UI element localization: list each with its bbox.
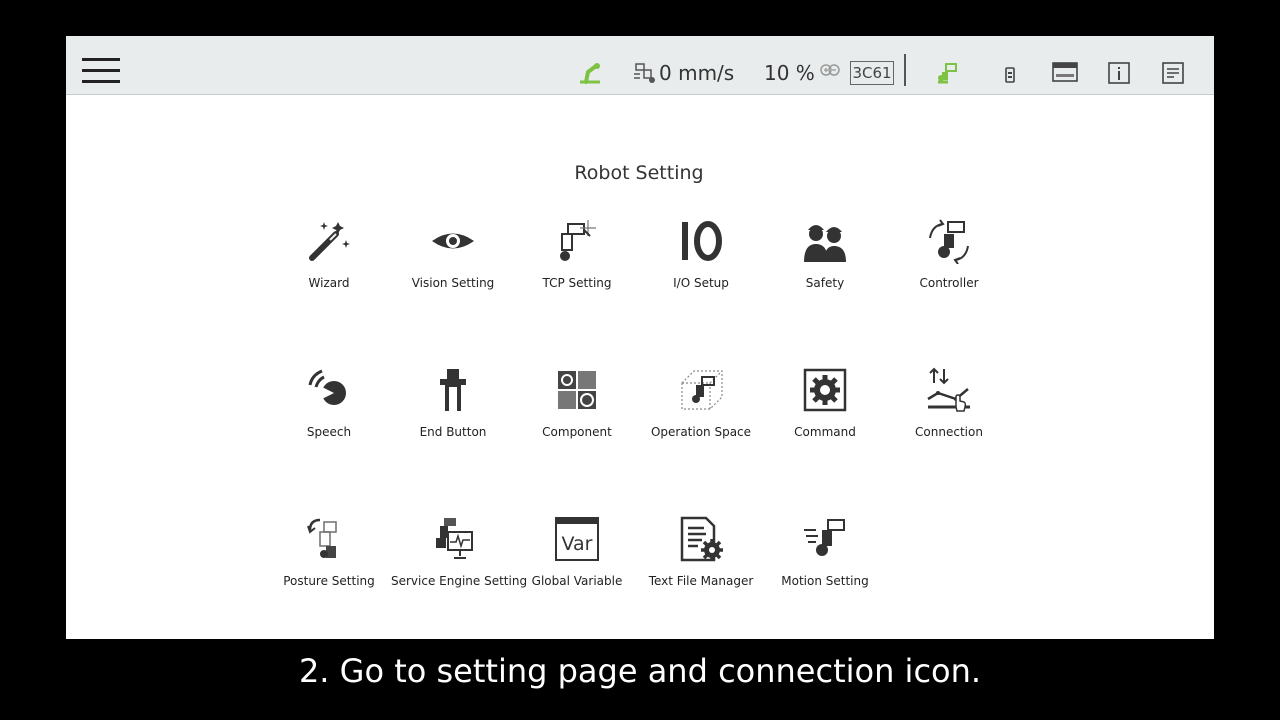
operation-space-icon	[681, 370, 723, 410]
io-icon	[682, 221, 722, 261]
setting-io[interactable]: I/O Setup	[639, 218, 763, 328]
setting-connection[interactable]: Connection	[887, 367, 1011, 477]
setting-label: Posture Setting	[283, 574, 375, 588]
setting-label: Service Engine Setting	[391, 574, 528, 588]
top-status-bar: 0 mm/s 10 % 3C61	[66, 36, 1214, 95]
setting-label: Text File Manager	[648, 574, 754, 588]
posture-arm-icon	[307, 518, 337, 558]
setting-label: Global Variable	[531, 574, 623, 588]
setting-label: End Button	[419, 425, 487, 439]
connection-icon	[927, 367, 970, 412]
speed-value: 0 mm/s	[659, 61, 735, 85]
setting-label: Safety	[805, 276, 845, 290]
log-icon[interactable]	[1158, 58, 1188, 88]
setting-label: Speech	[306, 425, 352, 439]
workers-icon	[804, 225, 846, 262]
info-icon[interactable]	[1104, 58, 1134, 88]
hamburger-menu-icon[interactable]	[82, 58, 120, 88]
robot-hmi-window: 0 mm/s 10 % 3C61 Robot Setting Wizard Vi…	[66, 36, 1214, 639]
controller-arm-icon	[929, 219, 969, 264]
setting-label: Vision Setting	[411, 276, 495, 290]
controller-id-badge: 3C61	[850, 61, 894, 85]
speed-adjust-icon[interactable]	[818, 60, 842, 84]
setting-component[interactable]: Component	[515, 367, 639, 477]
display-icon[interactable]	[1050, 58, 1080, 88]
var-window-icon: Var	[555, 517, 599, 561]
text-file-gear-icon	[680, 516, 723, 562]
eye-icon	[432, 233, 474, 249]
setting-label: Component	[542, 425, 612, 439]
toolbar-divider	[904, 54, 906, 86]
setting-label: TCP Setting	[542, 276, 612, 290]
setting-wizard[interactable]: Wizard	[267, 218, 391, 328]
setting-operation-space[interactable]: Operation Space	[639, 367, 763, 477]
setting-controller[interactable]: Controller	[887, 218, 1011, 328]
setting-label: Connection	[915, 425, 983, 439]
speech-icon	[308, 369, 346, 405]
gripper-icon	[440, 369, 466, 411]
robot-arm-green-icon[interactable]	[932, 58, 962, 88]
setting-label: Wizard	[308, 276, 350, 290]
page-title: Robot Setting	[574, 162, 704, 184]
robot-status-icon[interactable]	[576, 58, 606, 88]
setting-label: Controller	[919, 276, 979, 290]
setting-text-file-manager[interactable]: Text File Manager	[639, 516, 763, 626]
setting-tcp[interactable]: TCP Setting	[515, 218, 639, 328]
setting-label: I/O Setup	[673, 276, 729, 290]
setting-vision[interactable]: Vision Setting	[391, 218, 515, 328]
setting-label: Operation Space	[650, 425, 752, 439]
setting-safety[interactable]: Safety	[763, 218, 887, 328]
video-caption: 2. Go to setting page and connection ico…	[298, 652, 982, 690]
motion-arm-icon	[804, 519, 845, 556]
setting-end-button[interactable]: End Button	[391, 367, 515, 477]
speed-robot-icon	[634, 63, 655, 83]
command-gear-icon	[803, 368, 847, 412]
tcp-arm-icon	[560, 220, 596, 261]
setting-global-variable[interactable]: Var Global Variable	[515, 516, 639, 626]
setting-posture[interactable]: Posture Setting	[267, 516, 391, 626]
setting-label: Command	[794, 425, 856, 439]
component-gear-icon	[558, 371, 596, 409]
setting-command[interactable]: Command	[763, 367, 887, 477]
pendant-icon[interactable]	[996, 58, 1026, 88]
setting-service-engine[interactable]: Service Engine Setting	[391, 516, 528, 626]
setting-speech[interactable]: Speech	[267, 367, 391, 477]
service-engine-icon	[436, 518, 473, 559]
setting-motion[interactable]: Motion Setting	[763, 516, 887, 626]
setting-label: Motion Setting	[781, 574, 869, 588]
wand-icon	[309, 222, 350, 261]
speed-percent: 10 %	[764, 61, 815, 85]
svg-text:Var: Var	[562, 533, 593, 555]
